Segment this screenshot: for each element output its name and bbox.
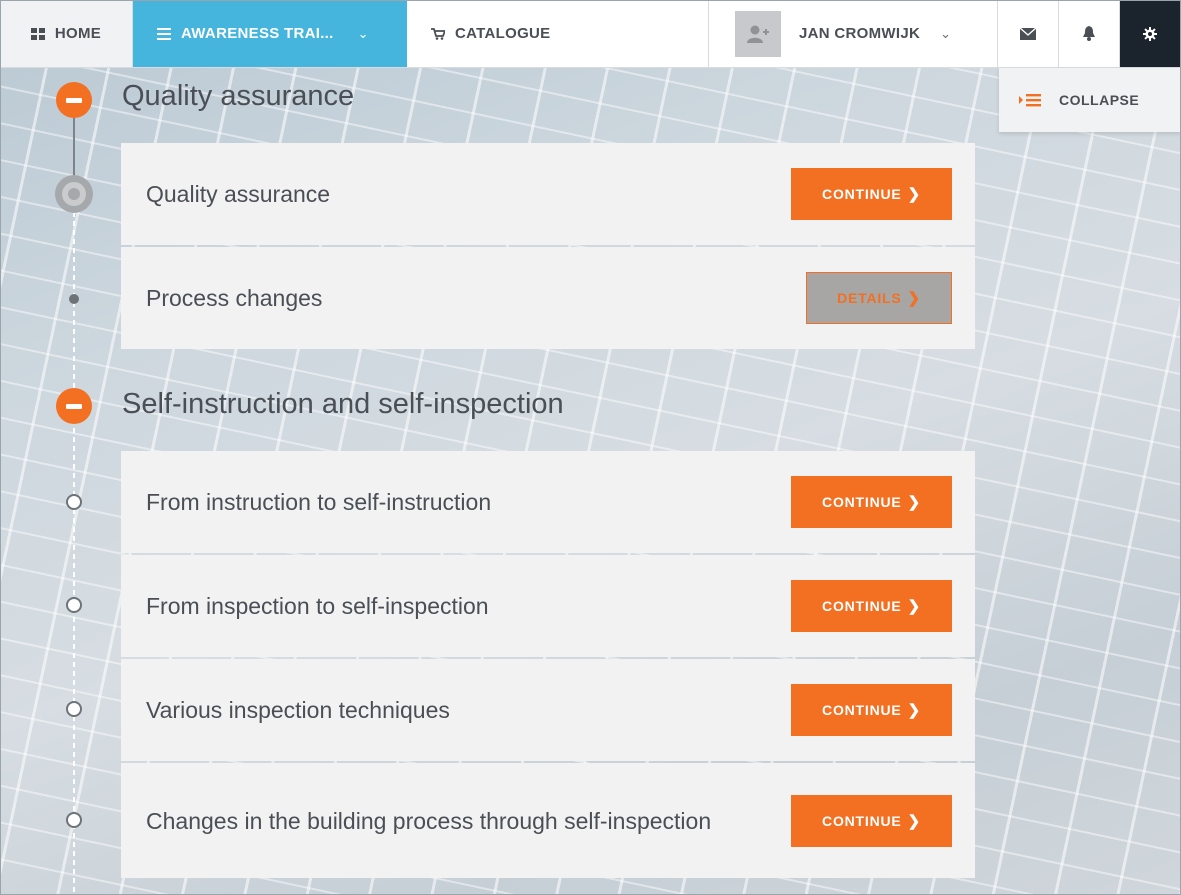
- chevron-right-icon: ❯: [907, 598, 921, 615]
- step-marker-open: [66, 812, 82, 828]
- nav-user-menu[interactable]: JAN CROMWIJK ⌄: [709, 0, 998, 67]
- top-navbar: HOME AWARENESS TRAI... ⌄ CATALOGUE JAN C…: [0, 0, 1181, 68]
- grid-icon: [30, 27, 45, 40]
- chevron-right-icon: ❯: [907, 812, 921, 830]
- settings-button[interactable]: [1120, 0, 1180, 67]
- nav-home[interactable]: HOME: [0, 0, 133, 67]
- avatar: [735, 10, 781, 57]
- envelope-icon: [1020, 27, 1036, 40]
- notifications-button[interactable]: [1059, 0, 1120, 67]
- collapse-label: COLLAPSE: [1059, 92, 1140, 108]
- continue-button[interactable]: CONTINUE ❯: [791, 794, 952, 847]
- continue-button[interactable]: CONTINUE ❯: [791, 684, 952, 736]
- module-title: Various inspection techniques: [146, 697, 450, 723]
- nav-catalogue-label: CATALOGUE: [455, 25, 551, 42]
- section-collapse-button[interactable]: [56, 82, 92, 118]
- chevron-right-icon: ❯: [907, 494, 921, 511]
- section-collapse-button[interactable]: [56, 388, 92, 424]
- add-user-icon: [747, 25, 769, 43]
- button-label: CONTINUE: [822, 702, 902, 718]
- module-title: Changes in the building process through …: [146, 807, 712, 834]
- minus-icon: [66, 97, 82, 103]
- nav-home-label: HOME: [54, 25, 102, 42]
- continue-button[interactable]: CONTINUE ❯: [791, 476, 952, 528]
- nav-catalogue[interactable]: CATALOGUE: [407, 0, 709, 67]
- step-marker-open: [66, 701, 82, 717]
- module-card: From inspection to self-inspection CONTI…: [121, 555, 975, 657]
- continue-button[interactable]: CONTINUE ❯: [791, 580, 952, 632]
- menu-icon: [157, 27, 171, 40]
- chevron-right-icon: ❯: [907, 186, 921, 203]
- section-title: Quality assurance: [122, 80, 355, 112]
- gear-icon: [1143, 26, 1157, 41]
- chevron-down-icon: ⌄: [940, 25, 952, 41]
- module-title: Quality assurance: [146, 181, 331, 207]
- button-label: CONTINUE: [822, 186, 902, 202]
- collapse-list-icon: [1019, 94, 1041, 107]
- step-marker-dot: [69, 294, 79, 304]
- nav-training-dropdown[interactable]: AWARENESS TRAI... ⌄: [133, 0, 407, 67]
- cart-icon: [431, 27, 445, 40]
- step-marker-open: [66, 597, 82, 613]
- section-title: Self-instruction and self-inspection: [122, 388, 564, 420]
- module-card: From instruction to self-instruction CON…: [121, 451, 975, 553]
- details-button[interactable]: DETAILS ❯: [806, 272, 952, 324]
- minus-icon: [66, 403, 82, 409]
- nav-training-label: AWARENESS TRAI...: [181, 25, 334, 42]
- module-card: Process changes DETAILS ❯: [121, 247, 975, 349]
- continue-button[interactable]: CONTINUE ❯: [791, 168, 952, 220]
- user-name: JAN CROMWIJK: [799, 25, 921, 42]
- collapse-toggle[interactable]: COLLAPSE: [999, 68, 1181, 132]
- button-label: CONTINUE: [822, 494, 902, 510]
- chevron-right-icon: ❯: [907, 290, 921, 307]
- button-label: CONTINUE: [822, 812, 902, 829]
- module-card: Various inspection techniques CONTINUE ❯: [121, 659, 975, 761]
- current-step-marker: [55, 175, 93, 213]
- bell-icon: [1083, 26, 1095, 41]
- module-title: Process changes: [146, 285, 323, 311]
- module-card: Changes in the building process through …: [121, 763, 975, 878]
- button-label: DETAILS: [837, 290, 902, 306]
- step-marker-open: [66, 494, 82, 510]
- button-label: CONTINUE: [822, 598, 902, 614]
- module-card: Quality assurance CONTINUE ❯: [121, 143, 975, 245]
- module-title: From instruction to self-instruction: [146, 489, 492, 515]
- module-title: From inspection to self-inspection: [146, 593, 489, 619]
- chevron-right-icon: ❯: [907, 702, 921, 719]
- chevron-down-icon: ⌄: [357, 25, 369, 41]
- messages-button[interactable]: [998, 0, 1059, 67]
